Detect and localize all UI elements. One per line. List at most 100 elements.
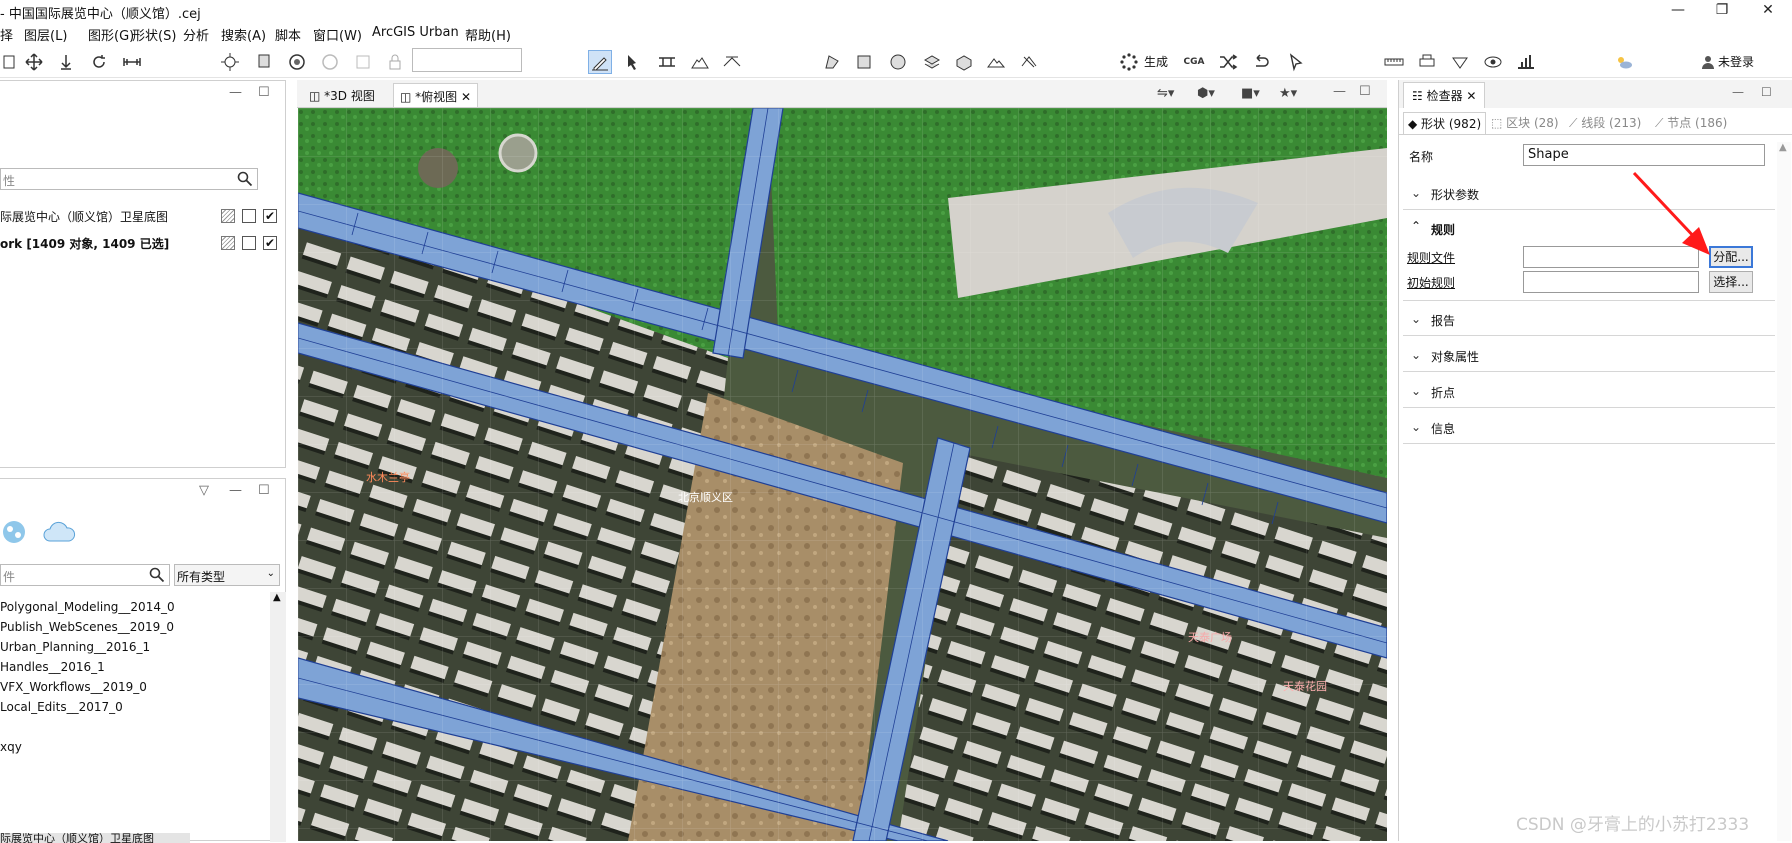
navigator-menu-icon[interactable]: ▽	[199, 483, 209, 498]
select-tool-icon[interactable]	[0, 50, 24, 74]
file-list-scrollbar[interactable]: ▲	[270, 592, 286, 842]
scene-minimize-icon[interactable]: —	[229, 85, 242, 100]
drop-tool-icon[interactable]	[54, 50, 78, 74]
tab-top-view[interactable]: ◫ *俯视图 ✕	[393, 83, 479, 107]
navigator-search-input[interactable]: 件	[0, 564, 170, 586]
layer-visible-checkbox[interactable]: ✔	[263, 236, 277, 250]
list-item[interactable]: xqy	[0, 740, 22, 754]
terrain-tool-icon[interactable]	[688, 50, 712, 74]
menu-graph[interactable]: 图形(G)	[88, 25, 134, 44]
layer-row[interactable]: 际展览中心（顺义馆）卫星底图 ✔	[0, 206, 286, 226]
section-object-attributes[interactable]: ⌄ 对象属性	[1403, 338, 1775, 372]
frame-icon[interactable]	[351, 50, 375, 74]
shape-terrain-icon[interactable]	[984, 50, 1008, 74]
tab-blocks[interactable]: ⬚ 区块 (28)	[1487, 112, 1563, 134]
section-report[interactable]: ⌄ 报告	[1403, 302, 1775, 336]
shape-erase-icon[interactable]	[1017, 50, 1041, 74]
list-item[interactable]: Handles__2016_1	[0, 660, 105, 674]
street-tool-icon[interactable]	[655, 50, 679, 74]
layer-lock-checkbox[interactable]	[242, 209, 256, 223]
menu-layer[interactable]: 图层(L)	[24, 25, 67, 44]
list-item[interactable]: Local_Edits__2017_0	[0, 700, 123, 714]
view-corridor-icon[interactable]	[1448, 50, 1472, 74]
name-field[interactable]: Shape	[1523, 144, 1765, 166]
bookmark-star-icon[interactable]: ★▾	[1279, 86, 1297, 101]
generate-icon[interactable]	[1117, 50, 1141, 74]
cga-icon[interactable]: CGA	[1182, 50, 1206, 74]
list-item[interactable]: VFX_Workflows__2019_0	[0, 680, 147, 694]
select-rule-button[interactable]: 选择...	[1709, 271, 1753, 293]
menu-search[interactable]: 搜索(A)	[221, 25, 266, 44]
generate-button[interactable]: 生成	[1144, 53, 1168, 70]
lock-icon[interactable]	[383, 50, 407, 74]
list-item[interactable]: Polygonal_Modeling__2014_0	[0, 600, 175, 614]
shadow-analysis-icon[interactable]	[1514, 50, 1538, 74]
shape-grid-icon[interactable]	[920, 50, 944, 74]
navigator-minimize-icon[interactable]: —	[229, 483, 242, 498]
move-tool-icon[interactable]	[22, 50, 46, 74]
view-minimize-icon[interactable]: —	[1333, 84, 1346, 99]
camera-icon[interactable]: ■▾	[1241, 86, 1260, 101]
weather-icon[interactable]	[1612, 50, 1636, 74]
section-info[interactable]: ⌄ 信息	[1403, 410, 1775, 444]
portal-icon[interactable]	[0, 517, 30, 547]
cloud-icon[interactable]	[42, 519, 78, 545]
scale-tool-icon[interactable]	[120, 50, 144, 74]
layer-row[interactable]: ork [1409 对象, 1409 已选] ✔	[0, 233, 286, 253]
display-options-icon[interactable]: ⬢▾	[1197, 86, 1215, 101]
list-item[interactable]: Publish_WebScenes__2019_0	[0, 620, 174, 634]
draw-street-icon[interactable]	[622, 50, 646, 74]
tab-nodes[interactable]: ⟋ 节点 (186)	[1651, 112, 1731, 134]
undo-icon[interactable]	[1249, 50, 1273, 74]
menu-script[interactable]: 脚本	[275, 25, 301, 44]
orbit-disabled-icon[interactable]	[318, 50, 342, 74]
tab-shapes[interactable]: ◆ 形状 (982)	[1403, 112, 1487, 134]
start-rule-label[interactable]: 初始规则	[1407, 274, 1455, 291]
orbit-icon[interactable]	[285, 50, 309, 74]
tab-inspector[interactable]: ☷ 检查器 ✕	[1403, 82, 1486, 108]
toolbar-search-input[interactable]	[412, 48, 522, 72]
copy-icon[interactable]	[252, 50, 276, 74]
start-rule-field[interactable]	[1523, 271, 1699, 293]
visibility-icon[interactable]	[1481, 50, 1505, 74]
shape-extrude-icon[interactable]	[952, 50, 976, 74]
user-icon[interactable]	[1696, 50, 1720, 74]
navigator-maximize-icon[interactable]: ☐	[258, 483, 270, 498]
measure-icon[interactable]	[1382, 50, 1406, 74]
rotate-tool-icon[interactable]	[87, 50, 111, 74]
search-icon[interactable]	[237, 171, 253, 187]
shape-circle-icon[interactable]	[886, 50, 910, 74]
rule-file-label[interactable]: 规则文件	[1407, 249, 1455, 266]
satellite-map[interactable]: 天泰广场 水木兰亭 北京顺义区 天泰花园	[298, 108, 1387, 841]
inspector-maximize-icon[interactable]: ☐	[1761, 85, 1772, 99]
menu-select[interactable]: 择	[0, 25, 13, 44]
type-filter-select[interactable]: 所有类型 ⌄	[174, 564, 280, 586]
login-status[interactable]: 未登录	[1718, 53, 1754, 70]
view-maximize-icon[interactable]: ☐	[1359, 84, 1371, 99]
scene-maximize-icon[interactable]: ☐	[258, 85, 270, 100]
list-item[interactable]: Urban_Planning__2016_1	[0, 640, 150, 654]
inspector-minimize-icon[interactable]: —	[1732, 85, 1744, 99]
minimize-button[interactable]: —	[1658, 0, 1698, 22]
grid-tool-icon[interactable]	[720, 50, 744, 74]
menu-shape[interactable]: 形状(S)	[132, 25, 176, 44]
shape-rect-icon[interactable]	[852, 50, 876, 74]
navigate-tool-icon[interactable]	[218, 50, 242, 74]
menu-help[interactable]: 帮助(H)	[465, 25, 511, 44]
layer-lock-checkbox[interactable]	[242, 236, 256, 250]
maximize-button[interactable]: ❐	[1702, 0, 1742, 22]
tab-3d-view[interactable]: ◫ *3D 视图	[303, 83, 381, 107]
draw-polygon-icon[interactable]	[588, 50, 612, 74]
inspector-scrollbar[interactable]: ▲	[1777, 142, 1791, 841]
scene-search-input[interactable]: 性	[0, 168, 258, 190]
close-button[interactable]: ✕	[1748, 0, 1788, 22]
menu-arcgis-urban[interactable]: ArcGIS Urban	[372, 25, 459, 40]
close-icon[interactable]: ✕	[461, 90, 471, 104]
map-viewport[interactable]: 天泰广场 水木兰亭 北京顺义区 天泰花园	[298, 108, 1387, 841]
scroll-up-icon[interactable]: ▲	[1779, 142, 1787, 153]
print-icon[interactable]	[1415, 50, 1439, 74]
search-icon[interactable]	[149, 567, 165, 583]
shape-polygon-icon[interactable]	[820, 50, 844, 74]
chevron-up-icon[interactable]: ⌃	[1411, 219, 1421, 233]
layer-visible-checkbox[interactable]: ✔	[263, 209, 277, 223]
